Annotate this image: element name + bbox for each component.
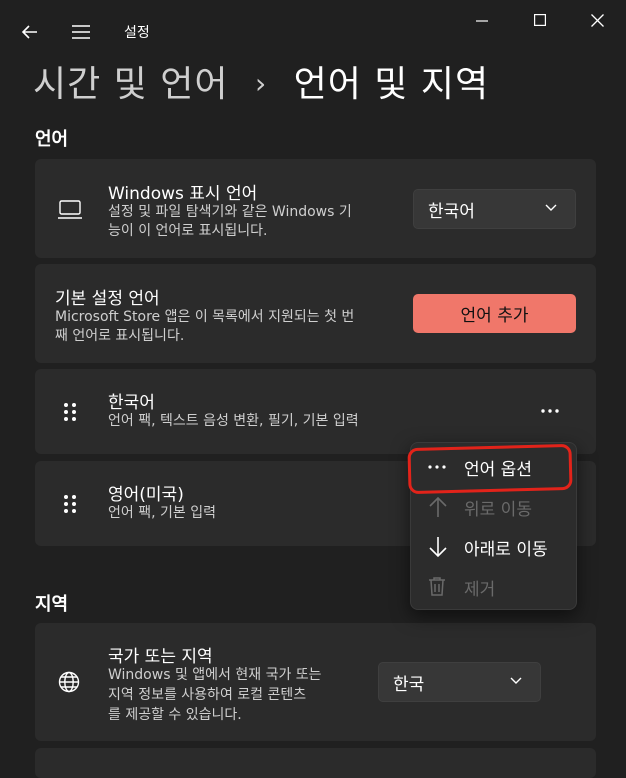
- language-name: 한국어: [108, 393, 155, 413]
- country-region-desc-2: 지역 정보를 사용하여 로컬 콘텐츠: [108, 687, 307, 703]
- trash-icon: [428, 576, 446, 596]
- language-features: 언어 팩, 기본 입력: [108, 505, 216, 521]
- display-language-dropdown[interactable]: 한국어: [413, 189, 576, 229]
- breadcrumb: 시간 및 언어 › 언어 및 지역: [33, 55, 489, 107]
- arrow-down-icon: [428, 536, 448, 558]
- language-features: 언어 팩, 텍스트 음성 변환, 필기, 기본 입력: [108, 413, 359, 429]
- breadcrumb-separator: ›: [254, 67, 268, 100]
- country-region-dropdown[interactable]: 한국: [378, 662, 541, 702]
- hamburger-menu-icon[interactable]: [71, 24, 91, 40]
- menu-item-remove[interactable]: 제거: [411, 566, 576, 606]
- next-setting-card: [35, 748, 596, 778]
- preferred-language-desc-1: Microsoft Store 앱은 이 목록에서 지원되는 첫 번: [55, 309, 355, 325]
- chevron-down-icon: [510, 677, 522, 685]
- country-region-desc-3: 를 제공할 수 있습니다.: [108, 707, 242, 723]
- country-region-card: 국가 또는 지역 Windows 및 앱에서 현재 국가 또는 지역 정보를 사…: [35, 623, 596, 741]
- country-region-title: 국가 또는 지역: [108, 647, 213, 667]
- language-name: 영어(미국): [108, 485, 184, 505]
- globe-icon: [58, 671, 80, 693]
- menu-item-move-down[interactable]: 아래로 이동: [411, 526, 576, 566]
- annotation-highlight: [407, 443, 573, 495]
- display-language-desc-2: 능이 이 언어로 표시됩니다.: [108, 223, 268, 239]
- page-title: 언어 및 지역: [293, 64, 490, 105]
- minimize-icon[interactable]: [476, 20, 488, 22]
- display-language-desc-1: 설정 및 파일 탐색기와 같은 Windows 기: [108, 204, 352, 220]
- breadcrumb-parent[interactable]: 시간 및 언어: [33, 64, 229, 105]
- more-options-icon[interactable]: [541, 409, 559, 413]
- back-arrow-icon[interactable]: [21, 23, 39, 41]
- chevron-down-icon: [545, 204, 557, 212]
- menu-item-label: 제거: [464, 580, 496, 600]
- preferred-language-card: 기본 설정 언어 Microsoft Store 앱은 이 목록에서 지원되는 …: [35, 264, 596, 363]
- window-title: 설정: [124, 25, 150, 41]
- preferred-language-title: 기본 설정 언어: [55, 289, 160, 309]
- arrow-up-icon: [428, 496, 448, 518]
- drag-handle-icon[interactable]: [63, 494, 77, 514]
- section-title-region: 지역: [35, 594, 69, 615]
- section-title-language: 언어: [35, 129, 69, 150]
- drag-handle-icon[interactable]: [63, 402, 77, 422]
- display-language-title: Windows 표시 언어: [108, 184, 258, 204]
- display-language-value: 한국어: [428, 201, 475, 222]
- laptop-icon: [57, 200, 83, 220]
- display-language-card: Windows 표시 언어 설정 및 파일 탐색기와 같은 Windows 기 …: [35, 159, 596, 258]
- menu-item-label: 위로 이동: [464, 500, 532, 520]
- add-language-button[interactable]: 언어 추가: [413, 294, 576, 333]
- preferred-language-desc-2: 째 언어로 표시됩니다.: [55, 328, 185, 344]
- country-region-value: 한국: [393, 674, 425, 695]
- close-icon[interactable]: [591, 14, 604, 27]
- menu-item-label: 아래로 이동: [464, 540, 548, 560]
- country-region-desc-1: Windows 및 앱에서 현재 국가 또는: [108, 667, 322, 683]
- maximize-icon[interactable]: [534, 14, 546, 26]
